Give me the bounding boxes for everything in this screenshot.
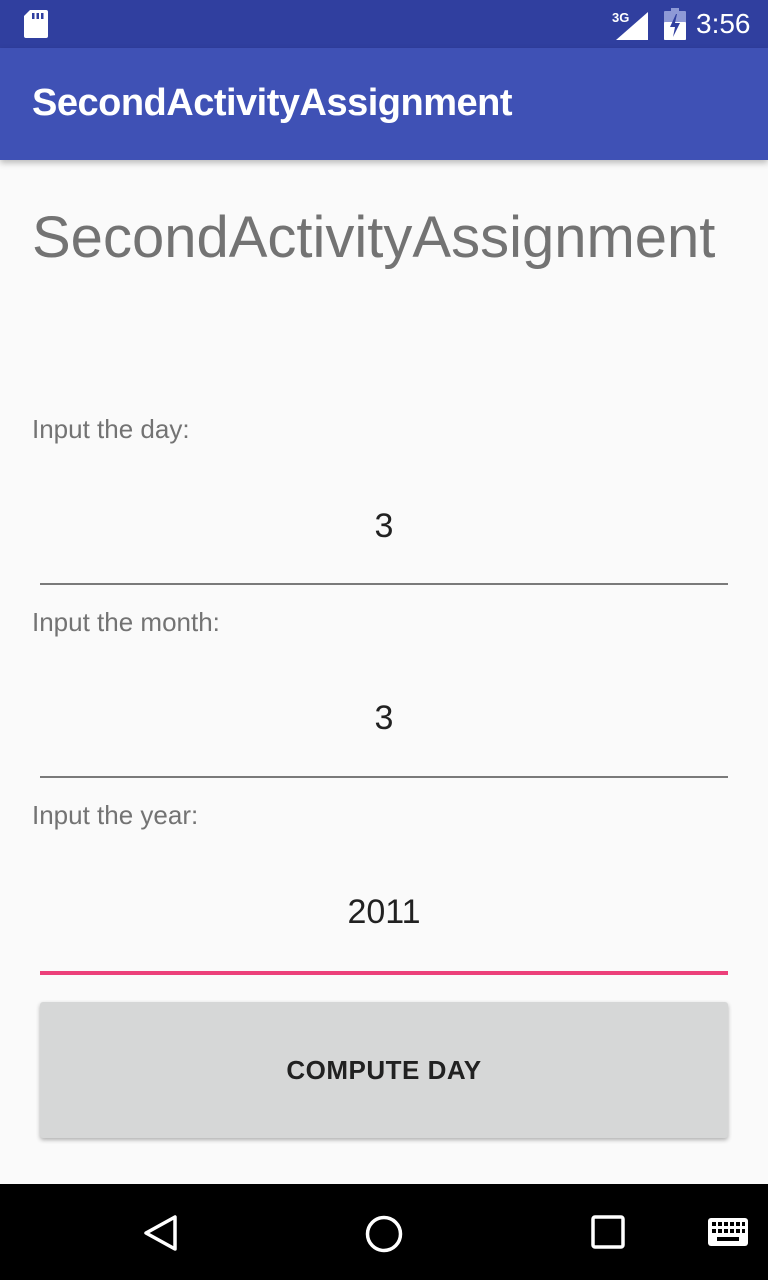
main-content: SecondActivityAssignment Input the day: … [0,160,768,1184]
month-label: Input the month: [32,607,220,637]
month-input[interactable] [40,688,728,748]
day-input[interactable] [40,496,728,556]
app-bar: SecondActivityAssignment [0,48,768,160]
navigation-bar [0,1184,768,1280]
year-input[interactable] [40,882,728,942]
keyboard-icon[interactable] [708,1218,748,1246]
battery-icon [664,8,686,40]
back-icon[interactable] [142,1214,180,1252]
month-input-underline [40,776,728,778]
app-title: SecondActivityAssignment [32,82,513,124]
compute-day-button[interactable]: COMPUTE DAY [40,1002,728,1138]
status-bar: 3G 3:56 [0,0,768,48]
home-icon[interactable] [364,1214,404,1254]
signal-icon [616,12,648,40]
page-heading: SecondActivityAssignment [32,205,716,270]
day-label: Input the day: [32,414,190,444]
day-input-underline [40,583,728,585]
recents-icon[interactable] [590,1214,626,1250]
year-label: Input the year: [32,800,199,830]
clock: 3:56 [696,8,751,39]
sd-card-icon [24,10,48,38]
year-input-underline [40,971,728,975]
